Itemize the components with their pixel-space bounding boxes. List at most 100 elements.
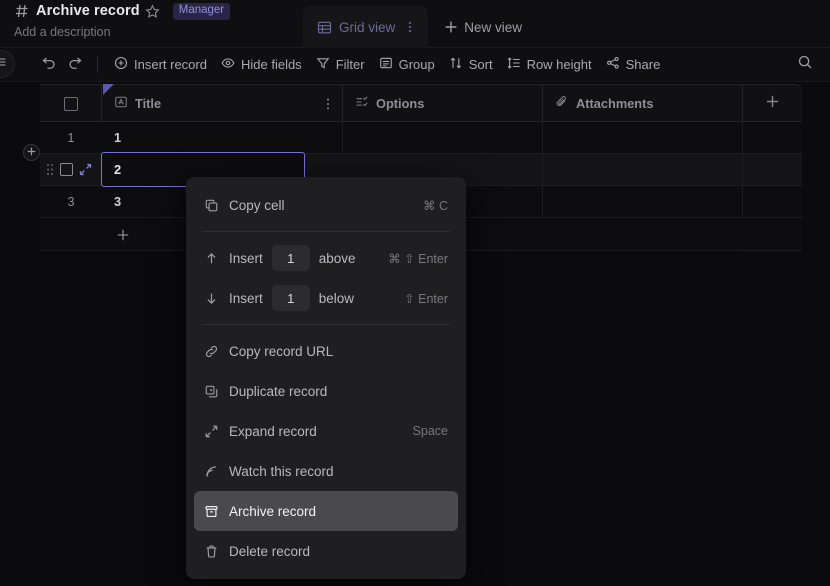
new-view-button[interactable]: New view (428, 6, 532, 48)
undo-button[interactable] (36, 53, 62, 77)
menu-item-duplicate-record[interactable]: Duplicate record (194, 371, 458, 411)
menu-item-insert-above[interactable]: Insert 1 above ⌘ ⇧ Enter (194, 238, 458, 278)
expand-icon (204, 423, 220, 439)
menu-icon (0, 55, 8, 74)
new-view-label: New view (464, 19, 523, 35)
menu-item-duplicate-record-label: Duplicate record (229, 383, 328, 399)
plus-icon (444, 20, 458, 34)
cell-options[interactable] (343, 122, 543, 153)
grid-header-row: Title Options Attachments (40, 84, 802, 122)
column-header-title-label: Title (135, 96, 162, 111)
cell-attachments[interactable] (543, 154, 743, 185)
attachment-icon (555, 95, 569, 112)
undo-icon (41, 54, 57, 75)
toolbar: Insert record Hide fields Filter Group S… (0, 48, 830, 82)
insert-above-count-input[interactable]: 1 (271, 245, 310, 271)
group-button[interactable]: Group (372, 52, 442, 77)
column-menu-icon[interactable] (321, 97, 333, 110)
row-height-icon (507, 56, 521, 73)
redo-button[interactable] (62, 53, 88, 77)
menu-item-copy-cell-label: Copy cell (229, 197, 285, 213)
menu-item-insert-below-prefix: Insert (229, 290, 263, 306)
arrow-down-icon (204, 290, 220, 306)
row-checkbox[interactable] (60, 163, 73, 176)
group-label: Group (398, 57, 435, 72)
link-icon (204, 343, 220, 359)
sort-label: Sort (468, 57, 493, 72)
menu-item-expand-record-shortcut: Space (412, 424, 448, 438)
row-height-button[interactable]: Row height (500, 52, 599, 77)
menu-item-copy-cell[interactable]: Copy cell ⌘ C (194, 185, 458, 225)
select-field-icon (355, 95, 369, 112)
menu-item-insert-above-prefix: Insert (229, 250, 263, 266)
menu-item-expand-record[interactable]: Expand record Space (194, 411, 458, 451)
cell-title[interactable]: 1 (102, 122, 343, 153)
column-header-options[interactable]: Options (343, 85, 543, 122)
insert-below-count-input[interactable]: 1 (271, 285, 310, 311)
menu-item-insert-below-shortcut: ⇧ Enter (404, 291, 448, 306)
title-row: Archive record Manager (14, 3, 231, 20)
hash-icon (14, 3, 30, 19)
add-field-button[interactable] (743, 85, 802, 122)
role-badge: Manager (172, 3, 231, 20)
filter-button[interactable]: Filter (309, 52, 372, 77)
column-header-options-label: Options (376, 96, 425, 111)
menu-item-watch-record[interactable]: Watch this record (194, 451, 458, 491)
plus-icon (102, 219, 143, 250)
column-header-attachments[interactable]: Attachments (543, 85, 743, 122)
page-title: Archive record (36, 3, 140, 20)
drag-handle-icon[interactable] (46, 163, 54, 176)
rss-icon (204, 463, 220, 479)
grid-icon (317, 20, 332, 35)
tab-grid-view[interactable]: Grid view (303, 6, 429, 48)
group-icon (379, 56, 393, 73)
cell-attachments[interactable] (543, 186, 743, 217)
share-button[interactable]: Share (599, 52, 668, 77)
search-icon (797, 54, 813, 75)
menu-divider (202, 231, 450, 232)
hide-fields-button[interactable]: Hide fields (214, 52, 309, 77)
menu-item-insert-below-suffix: below (318, 290, 355, 306)
plus-icon (26, 144, 37, 162)
cell-attachments[interactable] (543, 122, 743, 153)
insert-record-button[interactable]: Insert record (107, 52, 214, 77)
toolbar-divider (97, 56, 98, 73)
kebab-icon[interactable] (404, 20, 416, 34)
eye-icon (221, 56, 235, 73)
menu-item-archive-record[interactable]: Archive record (194, 491, 458, 531)
column-header-attachments-label: Attachments (576, 96, 654, 111)
plus-circle-icon (114, 56, 128, 73)
select-all-checkbox[interactable] (40, 85, 102, 122)
menu-item-insert-below[interactable]: Insert 1 below ⇧ Enter (194, 278, 458, 318)
menu-item-delete-record[interactable]: Delete record (194, 531, 458, 571)
arrow-up-icon (204, 250, 220, 266)
table-row[interactable]: 1 1 (40, 122, 802, 154)
menu-item-copy-record-url-label: Copy record URL (229, 343, 334, 359)
sort-icon (449, 56, 463, 73)
menu-item-insert-above-shortcut: ⌘ ⇧ Enter (388, 251, 448, 266)
view-tabs: Grid view New view (303, 6, 532, 48)
hide-fields-label: Hide fields (240, 57, 302, 72)
menu-item-archive-record-label: Archive record (229, 503, 317, 519)
menu-item-copy-record-url[interactable]: Copy record URL (194, 331, 458, 371)
menu-divider (202, 324, 450, 325)
sort-button[interactable]: Sort (442, 52, 500, 77)
star-icon[interactable] (145, 4, 160, 19)
column-header-title[interactable]: Title (102, 85, 343, 122)
page-header: Archive record Manager Add a description… (0, 0, 830, 48)
row-controls (40, 154, 102, 185)
description-placeholder[interactable]: Add a description (14, 25, 111, 39)
menu-item-copy-cell-shortcut: ⌘ C (423, 198, 448, 213)
search-button[interactable] (792, 53, 818, 77)
expand-record-icon[interactable] (79, 163, 92, 176)
menu-item-watch-record-label: Watch this record (229, 463, 334, 479)
redo-icon (67, 54, 83, 75)
checkbox-icon (63, 96, 78, 111)
text-field-icon (114, 95, 128, 112)
primary-field-marker (103, 84, 114, 95)
menu-item-delete-record-label: Delete record (229, 543, 311, 559)
duplicate-icon (204, 383, 220, 399)
insert-row-here-button[interactable] (23, 144, 40, 161)
share-icon (606, 56, 620, 73)
trash-icon (204, 543, 220, 559)
